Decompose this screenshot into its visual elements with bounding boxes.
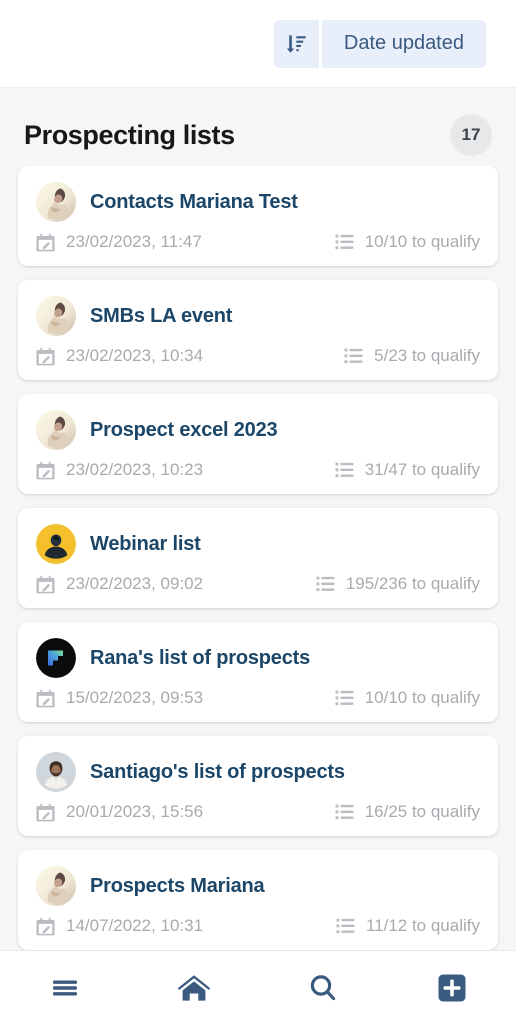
home-icon — [177, 972, 211, 1004]
updated-date-label: 15/02/2023, 09:53 — [66, 688, 204, 707]
qualify-progress: 11/12 to qualify — [336, 916, 480, 936]
qualify-progress-label: 10/10 to qualify — [364, 688, 480, 707]
qualify-progress: 10/10 to qualify — [335, 232, 480, 252]
card-meta: 20/01/2023, 15:56 16/25 to qualify — [36, 802, 480, 822]
nav-item-add[interactable] — [387, 951, 516, 1024]
nav-item-search[interactable] — [258, 951, 387, 1024]
prospecting-list-card[interactable]: Santiago's list of prospects 20/01/2023, … — [18, 736, 498, 836]
list-ul-icon — [335, 462, 354, 478]
updated-date-label: 23/02/2023, 11:47 — [66, 232, 202, 251]
sort-control[interactable]: Date updated — [273, 19, 486, 68]
updated-date-label: 23/02/2023, 09:02 — [66, 574, 204, 593]
list-ul-icon — [344, 348, 363, 364]
list-ul-icon — [316, 576, 335, 592]
list-title: Contacts Mariana Test — [90, 190, 298, 213]
calendar-edit-icon — [36, 689, 55, 708]
updated-date-label: 20/01/2023, 15:56 — [66, 802, 204, 821]
calendar-edit-icon — [36, 575, 55, 594]
top-bar: Date updated — [0, 0, 516, 88]
sort-field-button[interactable]: Date updated — [321, 19, 486, 68]
sort-direction-button[interactable] — [273, 19, 319, 68]
updated-date-label: 23/02/2023, 10:23 — [66, 460, 204, 479]
card-meta: 15/02/2023, 09:53 10/10 to qualify — [36, 688, 480, 708]
list-title: SMBs LA event — [90, 304, 233, 327]
qualify-progress: 195/236 to qualify — [316, 574, 480, 594]
avatar — [36, 410, 76, 450]
list-title: Rana's list of prospects — [90, 646, 311, 669]
nav-item-home[interactable] — [129, 951, 258, 1024]
card-meta: 23/02/2023, 10:23 31/47 to qualify — [36, 460, 480, 480]
hamburger-menu-icon — [49, 972, 81, 1004]
prospecting-list-card[interactable]: Webinar list 23/02/2023, 09:02 195/236 to … — [18, 508, 498, 608]
qualify-progress: 10/10 to qualify — [335, 688, 480, 708]
updated-date: 23/02/2023, 10:34 — [36, 346, 344, 366]
qualify-progress: 31/47 to qualify — [335, 460, 480, 480]
card-header: SMBs LA event — [36, 296, 480, 336]
prospecting-list-card[interactable]: Prospects Mariana 14/07/2022, 10:31 11/12 … — [18, 850, 498, 950]
updated-date: 23/02/2023, 11:47 — [36, 232, 335, 252]
bottom-navigation-bar — [0, 950, 516, 1024]
avatar — [36, 638, 76, 678]
card-header: Prospect excel 2023 — [36, 410, 480, 450]
calendar-edit-icon — [36, 233, 55, 252]
calendar-edit-icon — [36, 461, 55, 480]
qualify-progress: 5/23 to qualify — [344, 346, 480, 366]
card-header: Contacts Mariana Test — [36, 182, 480, 222]
qualify-progress-label: 5/23 to qualify — [374, 346, 480, 365]
list-ul-icon — [335, 804, 354, 820]
card-header: Webinar list — [36, 524, 480, 564]
search-icon — [307, 972, 339, 1004]
avatar — [36, 182, 76, 222]
updated-date: 20/01/2023, 15:56 — [36, 802, 335, 822]
list-title: Prospect excel 2023 — [90, 418, 278, 441]
card-header: Santiago's list of prospects — [36, 752, 480, 792]
prospecting-list-card[interactable]: Contacts Mariana Test 23/02/2023, 11:47 10… — [18, 166, 498, 266]
card-meta: 23/02/2023, 10:34 5/23 to qualify — [36, 346, 480, 366]
list-count-badge: 17 — [450, 114, 492, 156]
updated-date: 23/02/2023, 09:02 — [36, 574, 316, 594]
qualify-progress-label: 31/47 to qualify — [364, 460, 480, 479]
prospecting-list-card[interactable]: SMBs LA event 23/02/2023, 10:34 5/23 to qu… — [18, 280, 498, 380]
updated-date: 14/07/2022, 10:31 — [36, 916, 336, 936]
card-meta: 23/02/2023, 09:02 195/236 to qualify — [36, 574, 480, 594]
updated-date: 23/02/2023, 10:23 — [36, 460, 335, 480]
prospecting-lists-container[interactable]: Contacts Mariana Test 23/02/2023, 11:47 10… — [0, 166, 516, 950]
list-ul-icon — [335, 690, 354, 706]
card-meta: 23/02/2023, 11:47 10/10 to qualify — [36, 232, 480, 252]
qualify-progress-label: 10/10 to qualify — [364, 232, 480, 251]
card-header: Rana's list of prospects — [36, 638, 480, 678]
avatar — [36, 866, 76, 906]
card-header: Prospects Mariana — [36, 866, 480, 906]
page-title: Prospecting lists — [24, 119, 235, 150]
qualify-progress-label: 16/25 to qualify — [364, 802, 480, 821]
list-title: Webinar list — [90, 532, 201, 555]
list-ul-icon — [336, 918, 355, 934]
qualify-progress-label: 11/12 to qualify — [365, 916, 480, 935]
prospecting-list-card[interactable]: Prospect excel 2023 23/02/2023, 10:23 31/4… — [18, 394, 498, 494]
avatar — [36, 296, 76, 336]
sort-field-label: Date updated — [343, 32, 464, 54]
sort-amount-down-icon — [284, 32, 308, 56]
avatar — [36, 524, 76, 564]
qualify-progress: 16/25 to qualify — [335, 802, 480, 822]
list-title: Santiago's list of prospects — [90, 760, 345, 783]
calendar-edit-icon — [36, 347, 55, 366]
prospecting-list-card[interactable]: Rana's list of prospects 15/02/2023, 09:5… — [18, 622, 498, 722]
updated-date: 15/02/2023, 09:53 — [36, 688, 335, 708]
avatar — [36, 752, 76, 792]
add-square-icon — [437, 973, 467, 1003]
list-ul-icon — [335, 234, 354, 250]
qualify-progress-label: 195/236 to qualify — [345, 574, 480, 593]
calendar-edit-icon — [36, 803, 55, 822]
list-title: Prospects Mariana — [90, 874, 265, 897]
calendar-edit-icon — [36, 917, 55, 936]
nav-item-menu[interactable] — [0, 951, 129, 1024]
updated-date-label: 14/07/2022, 10:31 — [66, 916, 204, 935]
page-header: Prospecting lists 17 — [0, 88, 516, 174]
updated-date-label: 23/02/2023, 10:34 — [66, 346, 204, 365]
card-meta: 14/07/2022, 10:31 11/12 to qualify — [36, 916, 480, 936]
